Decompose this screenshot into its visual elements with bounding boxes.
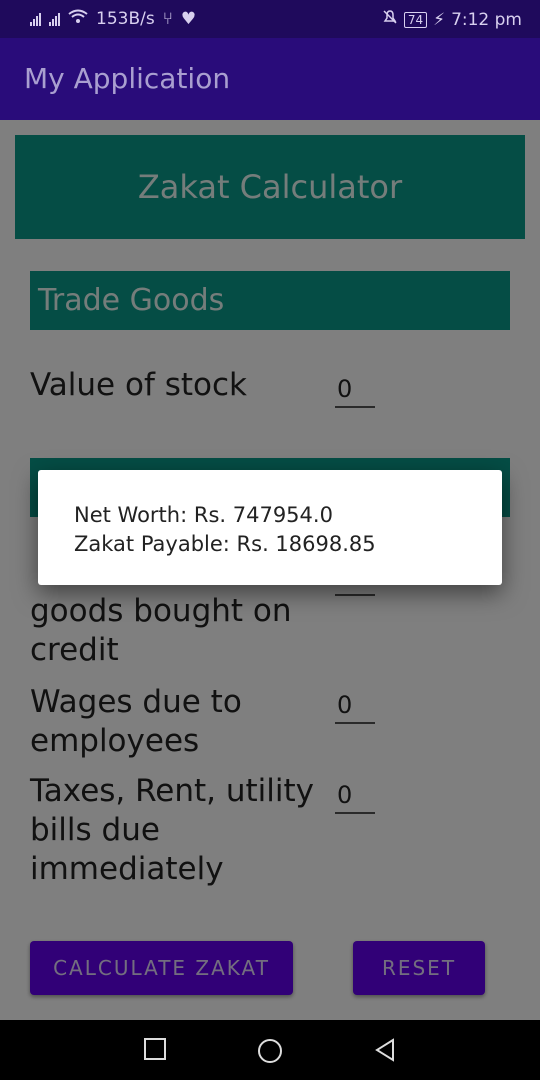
mute-bell-icon bbox=[382, 9, 398, 30]
status-right: 74 ⚡ 7:12 pm bbox=[382, 9, 522, 30]
home-icon[interactable] bbox=[257, 1038, 283, 1068]
status-left: 153B/s ⑂ ♥ bbox=[30, 9, 196, 29]
back-icon[interactable] bbox=[373, 1038, 397, 1066]
net-speed: 153B/s bbox=[96, 9, 155, 29]
app-bar: My Application bbox=[0, 38, 540, 120]
result-dialog: Net Worth: Rs. 747954.0 Zakat Payable: R… bbox=[38, 470, 502, 585]
app-title: My Application bbox=[24, 62, 231, 95]
clock: 7:12 pm bbox=[451, 9, 522, 30]
status-bar: 153B/s ⑂ ♥ 74 ⚡ 7:12 pm bbox=[0, 0, 540, 38]
usb-icon: ⑂ bbox=[162, 9, 173, 29]
signal-icon bbox=[30, 12, 41, 26]
battery-icon: 74 bbox=[403, 11, 428, 28]
navigation-bar bbox=[0, 1020, 540, 1080]
heart-icon: ♥ bbox=[180, 9, 197, 29]
wifi-icon bbox=[68, 9, 88, 29]
signal-icon-2 bbox=[49, 12, 60, 26]
net-worth-text: Net Worth: Rs. 747954.0 bbox=[74, 503, 333, 527]
recents-icon[interactable] bbox=[144, 1038, 166, 1064]
zakat-payable-text: Zakat Payable: Rs. 18698.85 bbox=[74, 532, 376, 556]
charging-icon: ⚡ bbox=[433, 9, 446, 30]
